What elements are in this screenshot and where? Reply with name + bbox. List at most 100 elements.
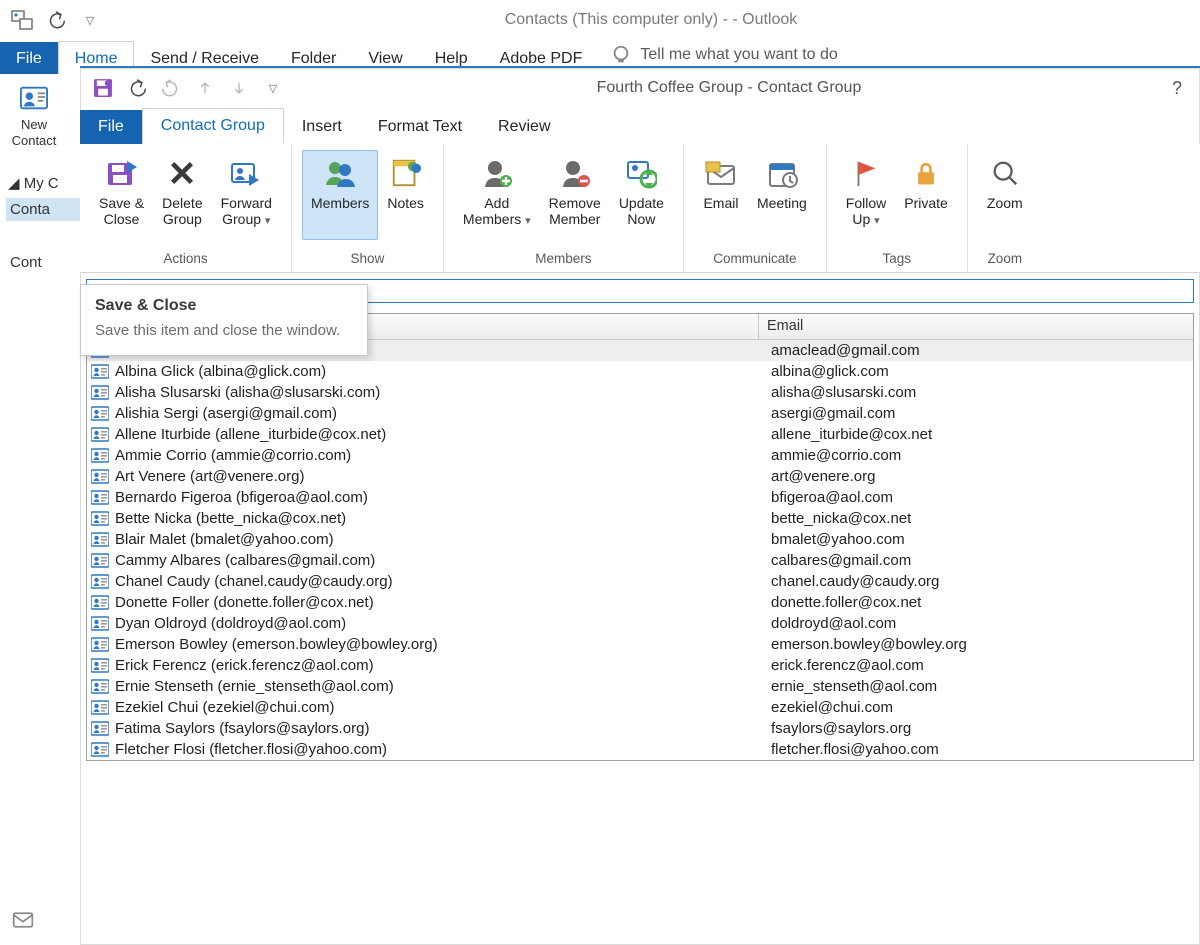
table-row[interactable]: Blair Malet (bmalet@yahoo.com)bmalet@yah… bbox=[87, 529, 1193, 550]
table-row[interactable]: Bette Nicka (bette_nicka@cox.net)bette_n… bbox=[87, 508, 1193, 529]
save-icon[interactable] bbox=[90, 75, 116, 101]
meeting-label: Meeting bbox=[757, 195, 807, 211]
cw-tab-contact-group[interactable]: Contact Group bbox=[142, 108, 284, 144]
row-name: Allene Iturbide (allene_iturbide@cox.net… bbox=[115, 424, 763, 445]
undo-icon[interactable] bbox=[42, 6, 70, 34]
add-members-button[interactable]: AddMembers bbox=[454, 150, 540, 240]
contact-row-icon bbox=[91, 700, 111, 716]
cw-tab-file[interactable]: File bbox=[80, 110, 142, 144]
update-now-button[interactable]: UpdateNow bbox=[610, 150, 673, 240]
cw-tab-format-text[interactable]: Format Text bbox=[360, 110, 480, 144]
cw-tab-review[interactable]: Review bbox=[480, 110, 568, 144]
row-email: bette_nicka@cox.net bbox=[763, 508, 1193, 529]
mail-nav-icon[interactable] bbox=[10, 909, 36, 931]
row-name: Fletcher Flosi (fletcher.flosi@yahoo.com… bbox=[115, 739, 763, 760]
row-name: Ezekiel Chui (ezekiel@chui.com) bbox=[115, 697, 763, 718]
table-row[interactable]: Erick Ferencz (erick.ferencz@aol.com)eri… bbox=[87, 655, 1193, 676]
private-button[interactable]: Private bbox=[895, 150, 957, 240]
contact-row-icon bbox=[91, 364, 111, 380]
table-row[interactable]: Bernardo Figeroa (bfigeroa@aol.com)bfige… bbox=[87, 487, 1193, 508]
email-button[interactable]: Email bbox=[694, 150, 748, 240]
members-button[interactable]: Members bbox=[302, 150, 378, 240]
my-contacts-header[interactable]: ◢ My C bbox=[8, 174, 80, 192]
new-contact-label: NewContact bbox=[10, 117, 58, 148]
lock-icon bbox=[911, 158, 941, 188]
row-name: Art Venere (art@venere.org) bbox=[115, 466, 763, 487]
contact-row-icon bbox=[91, 532, 111, 548]
table-row[interactable]: Cammy Albares (calbares@gmail.com)calbar… bbox=[87, 550, 1193, 571]
remove-member-label: RemoveMember bbox=[549, 195, 601, 227]
qat-customize-icon[interactable]: ▽ bbox=[76, 6, 104, 34]
table-row[interactable]: Ammie Corrio (ammie@corrio.com)ammie@cor… bbox=[87, 445, 1193, 466]
contact-row-icon bbox=[91, 427, 111, 443]
contact-row-icon bbox=[91, 742, 111, 758]
notes-button[interactable]: Notes bbox=[378, 150, 433, 240]
forward-icon bbox=[229, 158, 263, 188]
delete-group-button[interactable]: DeleteGroup bbox=[153, 150, 211, 240]
table-row[interactable]: Fletcher Flosi (fletcher.flosi@yahoo.com… bbox=[87, 739, 1193, 760]
table-row[interactable]: Ernie Stenseth (ernie_stenseth@aol.com)e… bbox=[87, 676, 1193, 697]
row-email: alisha@slusarski.com bbox=[763, 382, 1193, 403]
remove-member-icon bbox=[559, 157, 591, 189]
row-email: ammie@corrio.com bbox=[763, 445, 1193, 466]
ribbon-group-tags: FollowUp Private Tags bbox=[827, 144, 968, 272]
forward-group-button[interactable]: ForwardGroup bbox=[212, 150, 281, 240]
contact-row-icon bbox=[91, 637, 111, 653]
table-row[interactable]: Dyan Oldroyd (doldroyd@aol.com)doldroyd@… bbox=[87, 613, 1193, 634]
table-row[interactable]: Chanel Caudy (chanel.caudy@caudy.org)cha… bbox=[87, 571, 1193, 592]
row-name: Bernardo Figeroa (bfigeroa@aol.com) bbox=[115, 487, 763, 508]
table-row[interactable]: Allene Iturbide (allene_iturbide@cox.net… bbox=[87, 424, 1193, 445]
new-contact-button[interactable]: NewContact bbox=[10, 83, 58, 148]
cw-tab-insert[interactable]: Insert bbox=[284, 110, 360, 144]
contact-row-icon bbox=[91, 385, 111, 401]
contact-row-icon bbox=[91, 679, 111, 695]
col-header-email[interactable]: Email bbox=[759, 314, 1193, 339]
row-email: art@venere.org bbox=[763, 466, 1193, 487]
main-tab-file[interactable]: File bbox=[0, 42, 58, 74]
qat-customize-icon[interactable]: ▽ bbox=[260, 75, 286, 101]
lightbulb-icon bbox=[610, 44, 632, 66]
save-and-close-button[interactable]: Save &Close bbox=[90, 150, 153, 240]
ribbon-group-members: AddMembers RemoveMember UpdateNow Member… bbox=[444, 144, 684, 272]
zoom-label: Zoom bbox=[987, 195, 1023, 211]
row-name: Ammie Corrio (ammie@corrio.com) bbox=[115, 445, 763, 466]
table-row[interactable]: Alisha Slusarski (alisha@slusarski.com)a… bbox=[87, 382, 1193, 403]
meeting-button[interactable]: Meeting bbox=[748, 150, 816, 240]
table-row[interactable]: Albina Glick (albina@glick.com)albina@gl… bbox=[87, 361, 1193, 382]
row-email: albina@glick.com bbox=[763, 361, 1193, 382]
contact-row-icon bbox=[91, 490, 111, 506]
next-item-icon[interactable] bbox=[226, 75, 252, 101]
row-email: chanel.caudy@caudy.org bbox=[763, 571, 1193, 592]
contact-group-window: ▽ Fourth Coffee Group - Contact Group ? … bbox=[80, 66, 1200, 945]
table-row[interactable]: Fatima Saylors (fsaylors@saylors.org)fsa… bbox=[87, 718, 1193, 739]
row-email: erick.ferencz@aol.com bbox=[763, 655, 1193, 676]
row-name: Fatima Saylors (fsaylors@saylors.org) bbox=[115, 718, 763, 739]
table-row[interactable]: Alishia Sergi (asergi@gmail.com)asergi@g… bbox=[87, 403, 1193, 424]
table-row[interactable]: Donette Foller (donette.foller@cox.net)d… bbox=[87, 592, 1193, 613]
contact-row-icon bbox=[91, 721, 111, 737]
cw-ribbon: Save &Close DeleteGroup ForwardGroup Act… bbox=[80, 144, 1200, 273]
zoom-button[interactable]: Zoom bbox=[978, 150, 1032, 240]
table-row[interactable]: Art Venere (art@venere.org)art@venere.or… bbox=[87, 466, 1193, 487]
row-name: Erick Ferencz (erick.ferencz@aol.com) bbox=[115, 655, 763, 676]
row-name: Donette Foller (donette.foller@cox.net) bbox=[115, 592, 763, 613]
row-email: asergi@gmail.com bbox=[763, 403, 1193, 424]
table-row[interactable]: Emerson Bowley (emerson.bowley@bowley.or… bbox=[87, 634, 1193, 655]
ribbon-label-members: Members bbox=[535, 251, 591, 270]
contacts-folder[interactable]: Cont bbox=[10, 251, 80, 274]
row-name: Ernie Stenseth (ernie_stenseth@aol.com) bbox=[115, 676, 763, 697]
redo-icon[interactable] bbox=[158, 75, 184, 101]
forward-group-label: ForwardGroup bbox=[221, 195, 272, 228]
ribbon-label-zoom: Zoom bbox=[988, 251, 1023, 270]
table-row[interactable]: Ezekiel Chui (ezekiel@chui.com)ezekiel@c… bbox=[87, 697, 1193, 718]
prev-item-icon[interactable] bbox=[192, 75, 218, 101]
remove-member-button[interactable]: RemoveMember bbox=[540, 150, 610, 240]
ribbon-group-communicate: Email Meeting Communicate bbox=[684, 144, 827, 272]
follow-up-button[interactable]: FollowUp bbox=[837, 150, 895, 240]
undo-icon[interactable] bbox=[124, 75, 150, 101]
row-email: fletcher.flosi@yahoo.com bbox=[763, 739, 1193, 760]
tell-me-label: Tell me what you want to do bbox=[640, 46, 837, 64]
help-icon[interactable]: ? bbox=[1164, 78, 1190, 99]
follow-up-label: FollowUp bbox=[846, 195, 886, 228]
contacts-folder-selected[interactable]: Conta bbox=[6, 198, 80, 221]
